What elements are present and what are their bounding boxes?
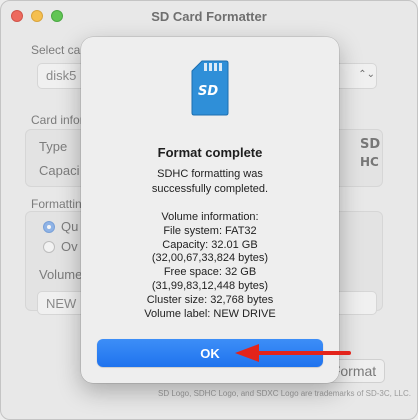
volume-information: Volume information: File system: FAT32 C… xyxy=(144,211,276,320)
overwrite-format-radio[interactable] xyxy=(43,241,55,253)
updown-chevron-icon: ⌃⌄ xyxy=(358,69,375,80)
window-title: SD Card Formatter xyxy=(151,8,267,24)
svg-text:SD: SD xyxy=(198,84,218,99)
minimize-window-button[interactable] xyxy=(31,10,43,22)
dialog-message: SDHC formatting was successfully complet… xyxy=(151,168,269,195)
dialog-title: Format complete xyxy=(157,145,263,160)
select-card-label: Select ca xyxy=(31,43,81,57)
volume-label-caption: Volume xyxy=(39,267,83,282)
app-window: SD Card Formatter Select ca disk5 ⌃⌄ Car… xyxy=(0,0,418,420)
capacity-label: Capaci xyxy=(39,163,80,178)
format-complete-dialog: SD Format complete SDHC formatting was s… xyxy=(81,37,339,383)
title-bar: SD Card Formatter xyxy=(1,1,417,31)
arrow-left-icon xyxy=(235,344,351,362)
sd-card-icon: SD xyxy=(191,60,229,116)
window-controls xyxy=(11,10,63,22)
trademark-notice: SD Logo, SDHC Logo, and SDXC Logo are tr… xyxy=(157,389,411,398)
zoom-window-button[interactable] xyxy=(51,10,63,22)
type-label: Type xyxy=(39,139,68,154)
card-info-label: Card infor xyxy=(31,113,84,127)
formatting-label: Formattin xyxy=(31,197,82,211)
svg-text:HC: HC xyxy=(360,155,379,169)
card-select-value: disk5 xyxy=(46,68,77,83)
quick-format-label: Qu xyxy=(61,219,79,234)
overwrite-format-label: Ov xyxy=(61,239,78,254)
close-window-button[interactable] xyxy=(11,10,23,22)
sdhc-logo-icon: SD HC xyxy=(360,137,380,169)
svg-text:SD: SD xyxy=(360,137,380,152)
quick-format-radio[interactable] xyxy=(43,221,55,233)
